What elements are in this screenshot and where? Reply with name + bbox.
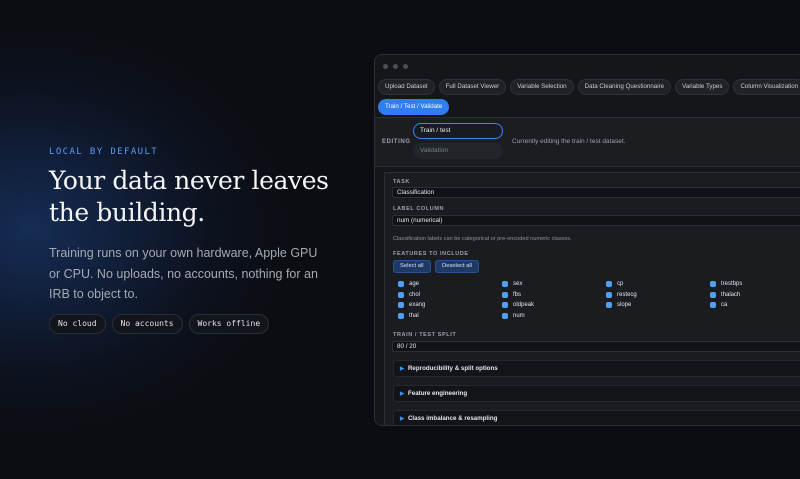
label-column-label: LABEL COLUMN bbox=[393, 206, 445, 212]
settings-panel: TASK Classification LABEL COLUMN num (nu… bbox=[384, 172, 800, 425]
feature-checklist: age sex cp trestbps chol fbs restecg tha… bbox=[398, 279, 800, 321]
tab-data-cleaning-questionnaire[interactable]: Data Cleaning Questionnaire bbox=[577, 79, 672, 95]
checkbox-checked-icon bbox=[606, 281, 612, 288]
accordion-label: Reproducibility & split options bbox=[407, 365, 498, 372]
task-label: TASK bbox=[393, 179, 410, 185]
triangle-right-icon: ▶ bbox=[400, 366, 405, 372]
option-train-test[interactable]: Train / test bbox=[413, 123, 503, 139]
checkbox-checked-icon bbox=[606, 291, 612, 298]
deselect-all-button[interactable]: Deselect all bbox=[435, 260, 479, 273]
editing-label: EDITING bbox=[382, 139, 411, 145]
feature-name: chol bbox=[409, 291, 421, 298]
feature-checkbox[interactable]: thalach bbox=[710, 290, 800, 301]
split-select[interactable]: 80 / 20 bbox=[392, 341, 800, 352]
app-window: Upload Dataset Full Dataset Viewer Varia… bbox=[374, 54, 800, 426]
page: LOCAL BY DEFAULT Your data never leaves … bbox=[0, 0, 800, 479]
editing-note: Currently editing the train / test datas… bbox=[512, 138, 626, 145]
checkbox-checked-icon bbox=[502, 312, 508, 319]
feature-name: fbs bbox=[513, 291, 522, 298]
checkbox-checked-icon bbox=[398, 302, 404, 309]
checkbox-checked-icon bbox=[398, 281, 404, 288]
feature-checkbox[interactable]: trestbps bbox=[710, 279, 800, 290]
feature-checkbox[interactable]: slope bbox=[606, 300, 710, 311]
triangle-right-icon: ▶ bbox=[400, 416, 405, 422]
checkbox-checked-icon bbox=[606, 302, 612, 309]
accordion-label: Class imbalance & resampling bbox=[407, 415, 498, 422]
window-titlebar bbox=[375, 55, 800, 77]
feature-name: thalach bbox=[721, 291, 741, 298]
pill-no-cloud: No cloud bbox=[49, 314, 106, 334]
feature-name: cp bbox=[617, 281, 624, 288]
dataset-toggle: Train / test Validation bbox=[413, 123, 503, 163]
window-dot-close[interactable] bbox=[383, 63, 388, 69]
feature-checkbox[interactable]: oldpeak bbox=[502, 300, 606, 311]
tab-variable-types[interactable]: Variable Types bbox=[675, 79, 730, 95]
feature-checkbox[interactable]: num bbox=[502, 311, 606, 322]
feature-name: exang bbox=[409, 302, 426, 309]
feature-checkbox[interactable]: exang bbox=[398, 300, 502, 311]
feature-checkbox[interactable]: fbs bbox=[502, 290, 606, 301]
window-dot-minimize[interactable] bbox=[393, 63, 398, 69]
checkbox-checked-icon bbox=[502, 302, 508, 309]
feature-checkbox[interactable]: sex bbox=[502, 279, 606, 290]
tab-upload-dataset[interactable]: Upload Dataset bbox=[378, 79, 435, 95]
feature-name: trestbps bbox=[721, 281, 743, 288]
feature-name: ca bbox=[721, 302, 728, 309]
feature-checkbox[interactable]: restecg bbox=[606, 290, 710, 301]
feature-checkbox[interactable]: thal bbox=[398, 311, 502, 322]
checkbox-checked-icon bbox=[502, 291, 508, 298]
accordion-label: Feature engineering bbox=[407, 390, 468, 397]
accordion-feature-engineering[interactable]: ▶ Feature engineering bbox=[393, 385, 800, 402]
tab-full-dataset-viewer[interactable]: Full Dataset Viewer bbox=[438, 79, 507, 95]
feature-pills: No cloud No accounts Works offline bbox=[49, 314, 270, 334]
feature-name: thal bbox=[409, 312, 419, 319]
feature-name: num bbox=[513, 312, 525, 319]
checkbox-checked-icon bbox=[710, 291, 716, 298]
eyebrow: LOCAL BY DEFAULT bbox=[49, 147, 159, 157]
checkbox-checked-icon bbox=[502, 281, 508, 288]
checkbox-checked-icon bbox=[398, 291, 404, 298]
window-dot-maximize[interactable] bbox=[403, 63, 408, 69]
feature-name: sex bbox=[513, 281, 523, 288]
feature-name: age bbox=[409, 281, 420, 288]
lede: Training runs on your own hardware, Appl… bbox=[49, 246, 318, 301]
feature-checkbox[interactable]: age bbox=[398, 279, 502, 290]
features-label: FEATURES TO INCLUDE bbox=[393, 251, 469, 257]
split-label: TRAIN / TEST SPLIT bbox=[393, 332, 457, 338]
option-validation[interactable]: Validation bbox=[413, 143, 503, 159]
feature-checkbox[interactable]: ca bbox=[710, 300, 800, 311]
checkbox-checked-icon bbox=[398, 312, 404, 319]
editing-bar: EDITING Train / test Validation Currentl… bbox=[375, 117, 800, 167]
pill-works-offline: Works offline bbox=[188, 314, 270, 334]
checkbox-checked-icon bbox=[710, 302, 716, 309]
tab-variable-selection[interactable]: Variable Selection bbox=[510, 79, 574, 95]
feature-name: oldpeak bbox=[513, 302, 535, 309]
feature-name: restecg bbox=[617, 291, 637, 298]
feature-name: slope bbox=[617, 302, 632, 309]
label-column-hint: Classification labels can be categorical… bbox=[393, 236, 572, 242]
checkbox-checked-icon bbox=[710, 281, 716, 288]
tab-train-test-validate[interactable]: Train / Test / Validate bbox=[378, 99, 450, 115]
label-column-select[interactable]: num (numerical) bbox=[392, 215, 800, 226]
task-select[interactable]: Classification bbox=[392, 187, 800, 198]
tab-bar: Upload Dataset Full Dataset Viewer Varia… bbox=[378, 79, 800, 115]
tab-column-visualization[interactable]: Column Visualization bbox=[733, 79, 800, 95]
pill-no-accounts: No accounts bbox=[111, 314, 183, 334]
feature-checkbox[interactable]: chol bbox=[398, 290, 502, 301]
accordion-reproducibility[interactable]: ▶ Reproducibility & split options bbox=[393, 360, 800, 377]
select-all-button[interactable]: Select all bbox=[393, 260, 431, 273]
feature-checkbox[interactable]: cp bbox=[606, 279, 710, 290]
triangle-right-icon: ▶ bbox=[400, 391, 405, 397]
accordion-class-imbalance[interactable]: ▶ Class imbalance & resampling bbox=[393, 410, 800, 425]
headline: Your data never leaves the building. bbox=[49, 166, 329, 227]
